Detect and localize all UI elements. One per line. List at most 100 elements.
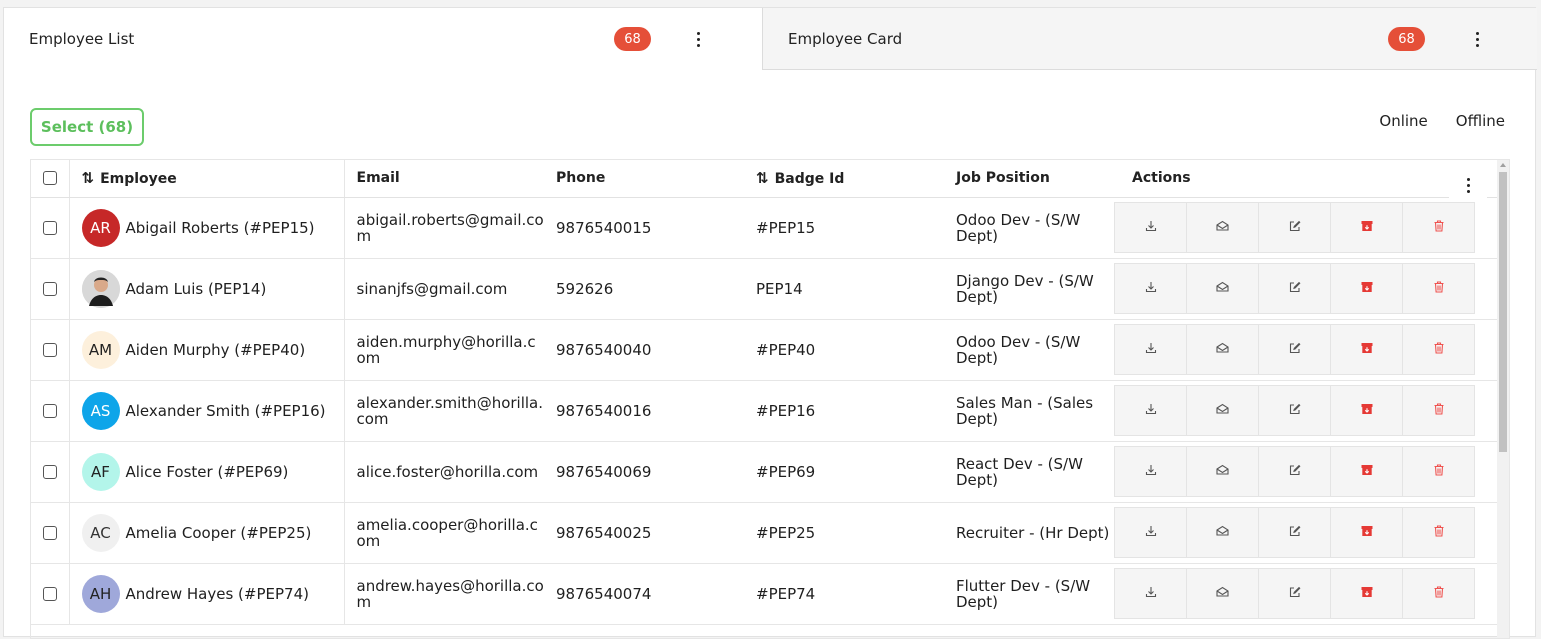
email-cell: amelia.cooper@horilla.com [344,502,544,564]
archive-button[interactable] [1330,202,1403,253]
trash-button[interactable] [1402,324,1475,375]
actions-cell [1114,441,1497,503]
employee-email: alice.foster@horilla.com [356,462,539,481]
edit-button[interactable] [1258,568,1331,619]
mail-icon [1215,524,1230,542]
badge-id-cell: #PEP69 [744,441,944,503]
download-button[interactable] [1114,568,1187,619]
avatar: AH [81,574,120,613]
row-checkbox[interactable] [42,343,57,357]
employee-name: Adam Luis (PEP14) [125,279,267,298]
sort-icon[interactable]: ⇅ [756,169,769,187]
email-cell: abigail.roberts@gmail.com [344,197,544,259]
actions-cell [1114,380,1497,442]
row-checkbox[interactable] [42,465,57,479]
trash-button[interactable] [1402,202,1475,253]
scrollbar-thumb[interactable] [1499,172,1507,452]
employee-email: andrew.hayes@horilla.com [356,576,544,611]
mail-button[interactable] [1186,202,1259,253]
download-button[interactable] [1114,324,1187,375]
row-checkbox[interactable] [42,282,57,296]
phone-cell: 9876540040 [544,319,744,381]
trash-button[interactable] [1402,568,1475,619]
table-row[interactable]: Adam Luis (PEP14) sinanjfs@gmail.com 592… [31,258,1497,320]
vertical-scrollbar[interactable] [1497,160,1509,638]
edit-button[interactable] [1258,324,1331,375]
filter-online[interactable]: Online [1379,112,1427,130]
download-button[interactable] [1114,385,1187,436]
table-row[interactable]: AC Amelia Cooper (#PEP25) amelia.cooper@… [31,502,1497,564]
archive-icon [1360,524,1374,542]
mail-button[interactable] [1186,324,1259,375]
edit-icon [1288,341,1302,359]
more-options-icon[interactable] [688,28,708,50]
table-row[interactable]: AM Aiden Murphy (#PEP40) aiden.murphy@ho… [31,319,1497,381]
table-row[interactable]: AF Alice Foster (#PEP69) alice.foster@ho… [31,441,1497,503]
table-row[interactable]: AR Abigail Roberts (#PEP15) abigail.robe… [31,197,1497,259]
row-checkbox[interactable] [42,526,57,540]
download-button[interactable] [1114,446,1187,497]
mail-icon [1215,585,1230,603]
employee-cell[interactable]: AM Aiden Murphy (#PEP40) [69,319,345,381]
badge-id-cell: PEP14 [744,258,944,320]
table-row[interactable]: AH Andrew Hayes (#PEP74) andrew.hayes@ho… [31,563,1497,625]
row-checkbox[interactable] [42,587,57,601]
edit-button[interactable] [1258,263,1331,314]
select-all-checkbox[interactable] [42,171,57,186]
mail-button[interactable] [1186,507,1259,558]
trash-button[interactable] [1402,385,1475,436]
employee-cell[interactable]: AH Andrew Hayes (#PEP74) [69,563,345,625]
employee-email: aiden.murphy@horilla.com [356,332,536,367]
download-button[interactable] [1114,507,1187,558]
edit-button[interactable] [1258,446,1331,497]
edit-button[interactable] [1258,507,1331,558]
trash-button[interactable] [1402,446,1475,497]
trash-button[interactable] [1402,507,1475,558]
mail-button[interactable] [1186,263,1259,314]
tab-employee-list[interactable]: Employee List 68 [4,8,762,70]
status-filter: Online Offline [1379,112,1505,130]
column-employee[interactable]: ⇅ Employee [69,160,345,198]
employee-cell[interactable]: AC Amelia Cooper (#PEP25) [69,502,345,564]
more-options-icon[interactable] [1467,28,1487,50]
employee-cell[interactable]: AR Abigail Roberts (#PEP15) [69,197,345,259]
filter-offline[interactable]: Offline [1456,112,1505,130]
employee-cell[interactable]: AS Alexander Smith (#PEP16) [69,380,345,442]
employee-cell[interactable]: Adam Luis (PEP14) [69,258,345,320]
download-button[interactable] [1114,263,1187,314]
sort-icon[interactable]: ⇅ [82,169,95,187]
mail-button[interactable] [1186,446,1259,497]
scroll-up-icon[interactable] [1500,163,1506,167]
avatar-initials: AR [90,218,111,237]
row-checkbox[interactable] [42,404,57,418]
employee-table: ⇅ Employee Email Phone ⇅ Badge Id Job Posi… [30,159,1510,639]
archive-button[interactable] [1330,385,1403,436]
table-row[interactable]: AS Alexander Smith (#PEP16) alexander.sm… [31,380,1497,442]
select-all-button[interactable]: Select (68) [30,108,144,146]
archive-button[interactable] [1330,568,1403,619]
employee-cell[interactable]: AF Alice Foster (#PEP69) [69,441,345,503]
edit-button[interactable] [1258,385,1331,436]
job-position: Flutter Dev - (S/W Dept) [956,576,1091,611]
edit-button[interactable] [1258,202,1331,253]
download-button[interactable] [1114,202,1187,253]
tab-employee-card[interactable]: Employee Card 68 [762,8,1537,70]
mail-button[interactable] [1186,385,1259,436]
row-checkbox[interactable] [42,221,57,235]
trash-icon [1432,341,1446,359]
row-actions [1114,324,1497,375]
archive-button[interactable] [1330,446,1403,497]
archive-button[interactable] [1330,263,1403,314]
column-options-icon[interactable] [1449,169,1487,201]
actions-cell [1114,258,1497,320]
trash-button[interactable] [1402,263,1475,314]
row-select-cell [31,380,70,442]
archive-button[interactable] [1330,324,1403,375]
trash-icon [1432,402,1446,420]
archive-button[interactable] [1330,507,1403,558]
job-position: Recruiter - (Hr Dept) [956,523,1110,542]
count-badge: 68 [1388,27,1425,51]
mail-button[interactable] [1186,568,1259,619]
column-badge-id[interactable]: ⇅ Badge Id [744,160,944,198]
job-position-cell: React Dev - (S/W Dept) [944,441,1120,503]
